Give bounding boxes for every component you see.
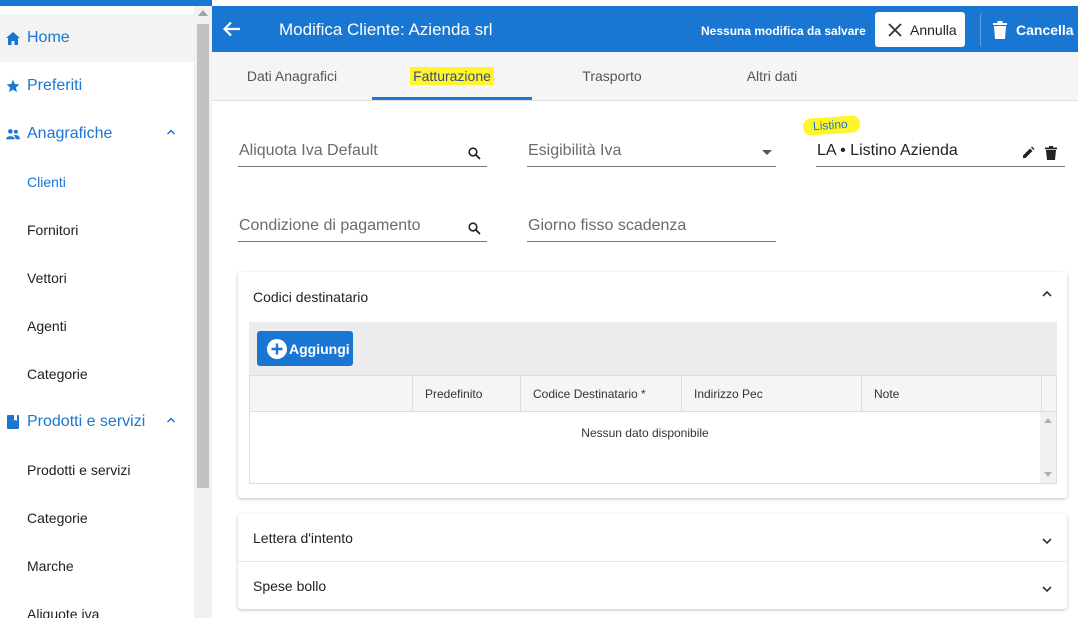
sidebar-item-agenti[interactable]: Agenti [0,302,194,350]
column-header-codice-destinatario[interactable]: Codice Destinatario * [520,376,681,412]
search-icon[interactable] [468,222,481,235]
sidebar-item-label: Agenti [27,318,67,334]
chevron-up-icon [166,129,176,135]
column-header-spacer [1041,376,1056,412]
column-header-indirizzo-pec[interactable]: Indirizzo Pec [681,376,861,412]
tab-dati-anagrafici[interactable]: Dati Anagrafici [212,52,372,100]
star-icon [6,79,20,93]
chevron-down-icon[interactable] [1041,583,1053,595]
grid-toolbar: Aggiungi [249,322,1057,375]
tab-label: Altri dati [746,68,798,84]
aliquota-iva-placeholder: Aliquota Iva Default [239,142,378,159]
sidebar-item-label: Preferiti [27,77,83,94]
scroll-down-arrow-icon[interactable] [1044,472,1052,477]
sidebar-item-preferiti[interactable]: Preferiti [0,62,194,110]
scroll-up-arrow-icon[interactable] [1044,418,1052,423]
sidebar-scrollbar-thumb[interactable] [197,24,209,488]
edit-icon[interactable] [1021,146,1035,160]
sidebar-item-prodotti-e-servizi[interactable]: Prodotti e servizi [0,446,194,494]
sidebar-item-fornitori[interactable]: Fornitori [0,206,194,254]
tab-label: Fatturazione [410,67,494,85]
column-label: Codice Destinatario * [533,387,646,401]
home-icon [6,31,20,45]
cancella-label: Cancella [1016,21,1074,38]
panel-divider [238,561,1067,562]
save-status-text: Nessuna modifica da salvare [701,24,866,38]
sidebar-item-label: Vettori [27,270,67,286]
book-icon [6,415,20,429]
panel-title: Codici destinatario [253,289,369,305]
column-label: Predefinito [425,387,483,401]
back-arrow-icon[interactable] [222,19,242,39]
listino-value: LA • Listino Azienda [817,142,958,159]
sidebar-item-label: Clienti [27,174,66,190]
giorno-fisso-scadenza-placeholder: Giorno fisso scadenza [528,217,687,234]
sidebar-item-label: Fornitori [27,222,79,238]
column-label: Indirizzo Pec [694,387,763,401]
sidebar: Home Preferiti Anagrafiche Clienti Forni… [0,6,194,618]
sidebar-item-aliquote-iva[interactable]: Aliquote iva [0,590,194,618]
sidebar-item-categorie[interactable]: Categorie [0,350,194,398]
tab-fatturazione[interactable]: Fatturazione [372,52,532,100]
listino-label: Listino [802,115,861,136]
sidebar-item-label: Aliquote iva [27,606,100,618]
aliquota-iva-field[interactable]: Aliquota Iva Default [238,141,487,167]
sidebar-item-label: Prodotti e servizi [27,413,146,430]
column-label: Note [874,387,900,401]
sidebar-item-prodotti-servizi[interactable]: Prodotti e servizi [0,398,194,446]
codici-destinatario-panel: Codici destinatario Aggiungi Predefinito… [238,272,1067,498]
cancella-button[interactable]: Cancella [980,12,1078,47]
sidebar-item-label: Categorie [27,510,88,526]
chevron-up-icon [166,417,176,423]
annulla-button[interactable]: Annulla [875,12,965,47]
page-title: Modifica Cliente: Azienda srl [279,20,493,39]
grid-scrollbar[interactable] [1040,412,1056,483]
sidebar-item-clienti[interactable]: Clienti [0,158,194,206]
condizione-pagamento-field[interactable]: Condizione di pagamento [238,216,487,242]
people-icon [6,127,20,141]
page-header: Modifica Cliente: Azienda srl Nessuna mo… [212,6,1078,52]
column-header-predefinito[interactable]: Predefinito [412,376,520,412]
dropdown-caret-icon [762,150,772,155]
tab-label: Trasporto [582,68,642,84]
trash-icon [993,20,1007,39]
listino-field[interactable]: LA • Listino Azienda [816,141,1065,167]
search-icon[interactable] [468,147,481,160]
close-icon [888,22,902,37]
giorno-fisso-scadenza-field[interactable]: Giorno fisso scadenza [527,216,776,242]
sidebar-item-vettori[interactable]: Vettori [0,254,194,302]
aggiungi-label: Aggiungi [289,340,350,357]
sidebar-item-label: Categorie [27,366,88,382]
tab-bar: Dati Anagrafici Fatturazione Trasporto A… [212,52,1078,101]
tab-trasporto[interactable]: Trasporto [532,52,692,100]
panel-title: Spese bollo [253,578,327,594]
chevron-down-icon[interactable] [1041,535,1053,547]
sidebar-item-label: Prodotti e servizi [27,462,131,478]
sidebar-item-label: Marche [27,558,74,574]
tab-label: Dati Anagrafici [246,68,338,84]
collapsed-panels: Lettera d'intento Spese bollo [238,514,1067,609]
scroll-up-arrow-icon[interactable] [198,10,208,16]
esigibilita-iva-placeholder: Esigibilità Iva [528,142,622,159]
sidebar-item-categorie-prodotti[interactable]: Categorie [0,494,194,542]
chevron-up-icon[interactable] [1041,288,1053,300]
active-tab-indicator [372,97,532,100]
grid-header: Predefinito Codice Destinatario * Indiri… [250,376,1056,412]
panel-title: Lettera d'intento [253,530,353,546]
condizione-pagamento-placeholder: Condizione di pagamento [239,217,421,234]
column-header-note[interactable]: Note [861,376,1041,412]
sidebar-item-anagrafiche[interactable]: Anagrafiche [0,110,194,158]
delete-icon[interactable] [1045,146,1057,160]
sidebar-item-label: Anagrafiche [27,125,113,142]
esigibilita-iva-select[interactable]: Esigibilità Iva [527,141,776,167]
aggiungi-button[interactable]: Aggiungi [257,331,353,366]
sidebar-item-marche[interactable]: Marche [0,542,194,590]
tab-altri-dati[interactable]: Altri dati [692,52,852,100]
empty-grid-message: Nessun dato disponibile [581,426,709,440]
add-circle-icon [267,338,287,359]
sidebar-item-label: Home [27,29,70,46]
annulla-label: Annulla [910,21,957,38]
sidebar-item-home[interactable]: Home [0,14,194,62]
codici-grid: Predefinito Codice Destinatario * Indiri… [249,375,1057,484]
